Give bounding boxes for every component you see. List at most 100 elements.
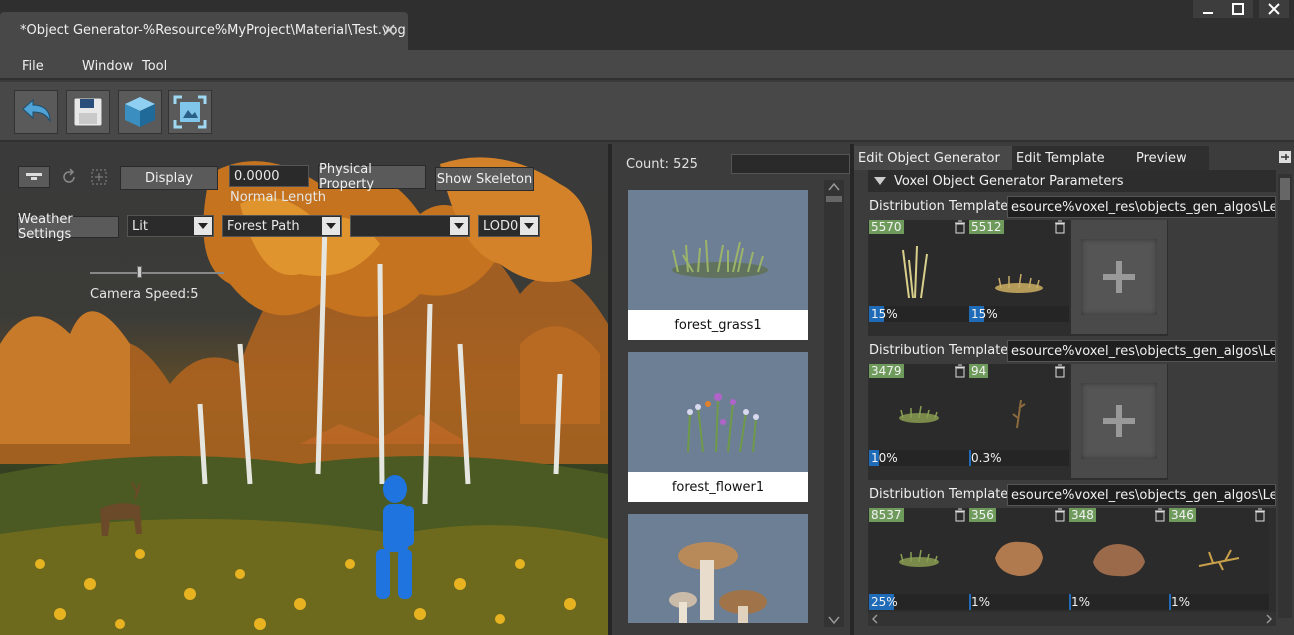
grid-snap-icon[interactable] <box>90 168 108 186</box>
trash-icon[interactable] <box>953 508 967 522</box>
trash-icon[interactable] <box>1053 508 1067 522</box>
distribution-template-path[interactable]: esource%voxel_res\objects_gen_algos\Leve… <box>1007 196 1276 218</box>
slot-percent-bar: 15% <box>869 306 969 322</box>
tab-preview[interactable]: Preview <box>1132 146 1212 170</box>
cube-icon <box>125 97 155 127</box>
template-slot[interactable]: 5512 15% <box>969 220 1069 322</box>
trash-icon[interactable] <box>1253 508 1267 522</box>
close-tab-icon[interactable] <box>381 22 397 38</box>
scroll-up-icon[interactable] <box>824 180 844 194</box>
tab-edit-object-generator[interactable]: Edit Object Generator <box>854 146 1012 170</box>
save-button[interactable] <box>66 90 110 134</box>
asset-search-input[interactable] <box>731 154 850 174</box>
slot-percent: 1% <box>1171 595 1191 609</box>
slot-percent: 15% <box>871 307 898 321</box>
slot-percent-bar: 1% <box>969 594 1069 610</box>
scroll-left-icon[interactable] <box>868 612 882 626</box>
grass-icon <box>899 549 939 567</box>
trash-icon[interactable] <box>953 220 967 234</box>
slot-count: 348 <box>1069 508 1096 522</box>
close-icon <box>1268 3 1280 15</box>
chevron-down-icon <box>450 217 468 235</box>
slot-count: 94 <box>969 364 989 378</box>
fit-view-button[interactable] <box>168 90 212 134</box>
asset-card[interactable]: forest_grass1 <box>628 190 808 340</box>
panel-horizontal-scrollbar[interactable] <box>868 612 1276 626</box>
slot-percent: 15% <box>971 307 998 321</box>
grass-thumbnail-icon <box>672 239 768 278</box>
add-slot-button[interactable] <box>1071 220 1167 334</box>
lod-select[interactable]: LOD0 <box>478 215 540 237</box>
refresh-icon[interactable] <box>60 168 78 186</box>
twig-icon <box>1012 399 1026 429</box>
physical-property-button[interactable]: Physical Property <box>318 162 426 192</box>
lod-value: LOD0 <box>483 218 519 234</box>
slot-percent: 10% <box>871 451 898 465</box>
slot-percent-bar: 10% <box>869 450 969 466</box>
add-slot-button[interactable] <box>1071 364 1167 478</box>
camera-speed-slider-thumb[interactable] <box>137 266 142 278</box>
undo-button[interactable] <box>14 90 58 134</box>
normal-length-input[interactable]: 0.0000 <box>229 165 309 187</box>
asset-name: forest_grass1 <box>628 310 808 340</box>
camera-speed-slider[interactable] <box>90 266 224 278</box>
template-slot[interactable]: 5570 15% <box>869 220 969 322</box>
template-slot[interactable]: 346 1% <box>1169 508 1269 610</box>
asset-list-scrollbar[interactable] <box>824 180 844 627</box>
slot-count: 3479 <box>869 364 904 378</box>
template-slot[interactable]: 3479 10% <box>869 364 969 466</box>
grass-icon <box>899 405 939 423</box>
title-bar: *Object Generator-%Resource%MyProject\Ma… <box>0 0 1294 50</box>
camera-speed-label: Camera Speed:5 <box>90 287 199 302</box>
template-slot[interactable]: 8537 25% <box>869 508 969 610</box>
slot-percent-bar: 25% <box>869 594 969 610</box>
menu-file[interactable]: File <box>22 59 44 74</box>
section-header[interactable]: Voxel Object Generator Parameters <box>868 170 1276 192</box>
distribution-template-path[interactable]: esource%voxel_res\objects_gen_algos\Leve… <box>1007 340 1276 362</box>
scene-path-select[interactable]: Forest Path <box>222 215 342 237</box>
trash-icon[interactable] <box>1053 364 1067 378</box>
close-window-button[interactable] <box>1259 0 1289 18</box>
camera-toggle-button[interactable] <box>18 166 50 188</box>
asset-card[interactable] <box>628 514 808 623</box>
trash-icon[interactable] <box>953 364 967 378</box>
weather-settings-button[interactable]: Weather Settings <box>17 212 119 242</box>
scroll-right-icon[interactable] <box>1262 612 1276 626</box>
asset-scroll-thumb[interactable] <box>826 196 842 202</box>
object-cube-button[interactable] <box>118 90 162 134</box>
rock-icon <box>995 541 1043 576</box>
plus-icon <box>1103 261 1135 293</box>
menu-bar: File Window Tool <box>0 50 1294 80</box>
scene-viewport[interactable]: Display 0.0000 Normal Length Physical Pr… <box>0 144 608 635</box>
distribution-template-path[interactable]: esource%voxel_res\objects_gen_algos\Leve… <box>1007 484 1276 506</box>
menu-window[interactable]: Window <box>82 59 133 74</box>
empty-select[interactable] <box>350 215 470 237</box>
menu-tool[interactable]: Tool <box>142 59 167 74</box>
trash-icon[interactable] <box>1053 220 1067 234</box>
asset-count: Count: 525 <box>626 157 698 172</box>
asset-name: forest_flower1 <box>628 472 808 502</box>
dock-pin-icon[interactable] <box>1278 150 1292 164</box>
slot-percent: 25% <box>871 595 898 609</box>
branch-icon <box>1198 549 1240 571</box>
template-slot[interactable]: 356 1% <box>969 508 1069 610</box>
slot-count: 356 <box>969 508 996 522</box>
distribution-template-label: Distribution Template <box>869 199 1009 214</box>
panel-vertical-scrollbar[interactable] <box>1278 174 1292 618</box>
show-skeleton-button[interactable]: Show Skeleton <box>435 167 534 191</box>
scroll-down-icon[interactable] <box>824 613 844 627</box>
section-title: Voxel Object Generator Parameters <box>894 173 1124 189</box>
trash-icon[interactable] <box>1153 508 1167 522</box>
asset-card[interactable]: forest_flower1 <box>628 352 808 502</box>
template-slot[interactable]: 94 0.3% <box>969 364 1069 466</box>
maximize-button[interactable] <box>1223 0 1253 18</box>
display-button[interactable]: Display <box>120 166 218 190</box>
lighting-mode-select[interactable]: Lit <box>127 215 214 237</box>
minimize-button[interactable] <box>1193 0 1223 18</box>
chevron-down-icon <box>322 217 340 235</box>
slot-percent: 1% <box>1071 595 1091 609</box>
template-slot[interactable]: 348 1% <box>1069 508 1169 610</box>
tab-edit-template[interactable]: Edit Template <box>1012 146 1132 170</box>
document-tab[interactable]: *Object Generator-%Resource%MyProject\Ma… <box>0 12 408 50</box>
panel-scroll-thumb[interactable] <box>1280 178 1290 200</box>
